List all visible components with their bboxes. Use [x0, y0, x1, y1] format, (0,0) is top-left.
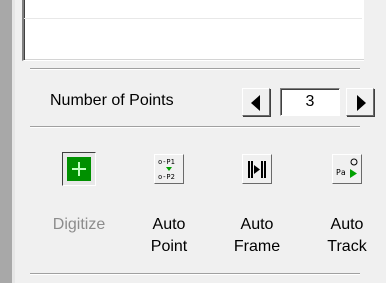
auto-point-p1-text: o-P1 [158, 158, 175, 166]
auto-point-p2-text: o-P2 [158, 173, 175, 181]
auto-frame-label: Auto Frame [233, 216, 281, 255]
auto-track-icon: Pa [332, 154, 362, 184]
decrement-points-button[interactable] [242, 88, 270, 116]
digitize-button[interactable]: Digitize [44, 152, 114, 270]
auto-track-button[interactable]: Pa Auto Track [312, 152, 382, 270]
arrow-right-icon [357, 95, 366, 111]
separator-middle [30, 126, 360, 128]
arrow-left-icon [251, 95, 260, 111]
auto-frame-icon [242, 154, 272, 184]
window-left-edge-highlight [12, 0, 15, 283]
window-left-edge [0, 0, 12, 283]
digitize-icon [62, 152, 96, 186]
auto-point-label: Auto Point [150, 216, 188, 255]
points-list-row-line [24, 18, 362, 19]
separator-bottom [30, 273, 360, 275]
auto-track-label: Auto Track [327, 216, 367, 255]
number-of-points-value[interactable]: 3 [280, 88, 340, 116]
auto-point-icon: o-P1 o-P2 [154, 154, 184, 184]
auto-frame-button[interactable]: Auto Frame [222, 152, 292, 270]
auto-track-pa-text: Pa [336, 168, 346, 177]
auto-point-button[interactable]: o-P1 o-P2 Auto Point [134, 152, 204, 270]
number-of-points-label: Number of Points [50, 92, 174, 109]
points-list-box[interactable] [22, 0, 364, 61]
increment-points-button[interactable] [346, 88, 374, 116]
digitize-label: Digitize [52, 216, 106, 233]
separator-top [30, 68, 360, 70]
